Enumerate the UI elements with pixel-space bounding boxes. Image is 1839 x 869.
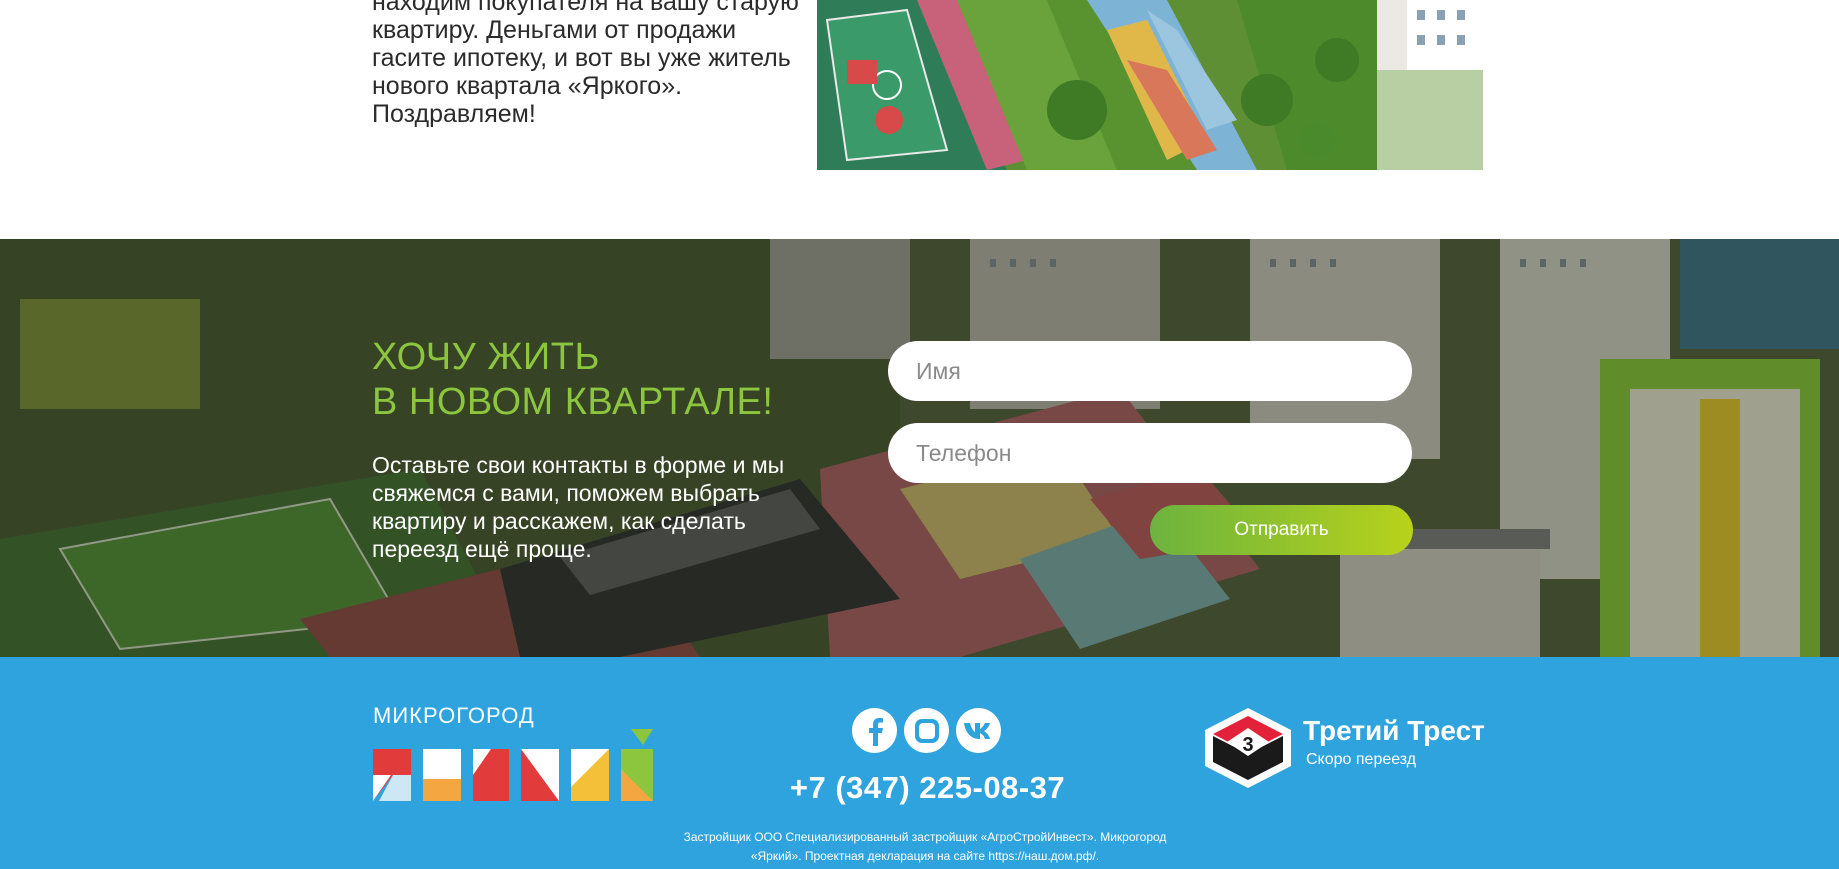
- brand-caption: МИКРОГОРОД: [373, 703, 535, 728]
- name-input[interactable]: [888, 341, 1412, 401]
- tretiy-trest-logo[interactable]: 3 Третий Трест Скоро переезд: [1203, 706, 1493, 796]
- submit-button[interactable]: Отправить: [1150, 505, 1413, 555]
- vk-button[interactable]: [956, 708, 1001, 753]
- phone-number[interactable]: +7 (347) 225-08-37: [0, 770, 1839, 806]
- intro-text: находим покупателя на вашу старую кварти…: [372, 0, 822, 128]
- instagram-button[interactable]: [904, 708, 949, 753]
- phone-input[interactable]: [888, 423, 1412, 483]
- intro-line: гасите ипотеку, и вот вы уже житель: [372, 44, 791, 72]
- vk-icon: [963, 722, 990, 739]
- intro-line: Поздравляем!: [372, 100, 536, 128]
- form-title-line: ХОЧУ ЖИТЬ: [372, 336, 600, 378]
- intro-line: находим покупателя на вашу старую: [372, 0, 799, 16]
- instagram-icon: [914, 718, 939, 743]
- intro-line: квартиру. Деньгами от продажи: [372, 16, 737, 44]
- district-aerial-image: [817, 0, 1483, 170]
- legal-line: «Яркий». Проектная декларация на сайте h…: [750, 849, 1100, 863]
- trust-slogan: Скоро переезд: [1306, 751, 1417, 768]
- legal-text: Застройщик ООО Специализированный застро…: [655, 828, 1195, 866]
- form-title-line: В НОВОМ КВАРТАЛЕ!: [372, 381, 774, 423]
- trust-badge-number: 3: [1242, 734, 1253, 756]
- legal-line: Застройщик ООО Специализированный застро…: [683, 830, 1167, 844]
- trust-name: Третий Трест: [1303, 715, 1485, 746]
- social-links: [852, 708, 1002, 756]
- form-title: ХОЧУ ЖИТЬ В НОВОМ КВАРТАЛЕ!: [372, 335, 773, 425]
- facebook-button[interactable]: [852, 708, 897, 753]
- intro-line: нового квартала «Яркого».: [372, 72, 683, 100]
- tretiy-trest-badge-icon: 3: [1205, 708, 1291, 788]
- intro-section: находим покупателя на вашу старую кварти…: [0, 0, 1839, 239]
- facebook-icon: [868, 717, 883, 746]
- form-description: Оставьте свои контакты в форме и мы свяж…: [372, 452, 785, 562]
- contact-section: ХОЧУ ЖИТЬ В НОВОМ КВАРТАЛЕ! Оставьте сво…: [0, 239, 1839, 657]
- footer: МИКРОГОРОД +7 (347) 225-08-37 Застройщик…: [0, 657, 1839, 869]
